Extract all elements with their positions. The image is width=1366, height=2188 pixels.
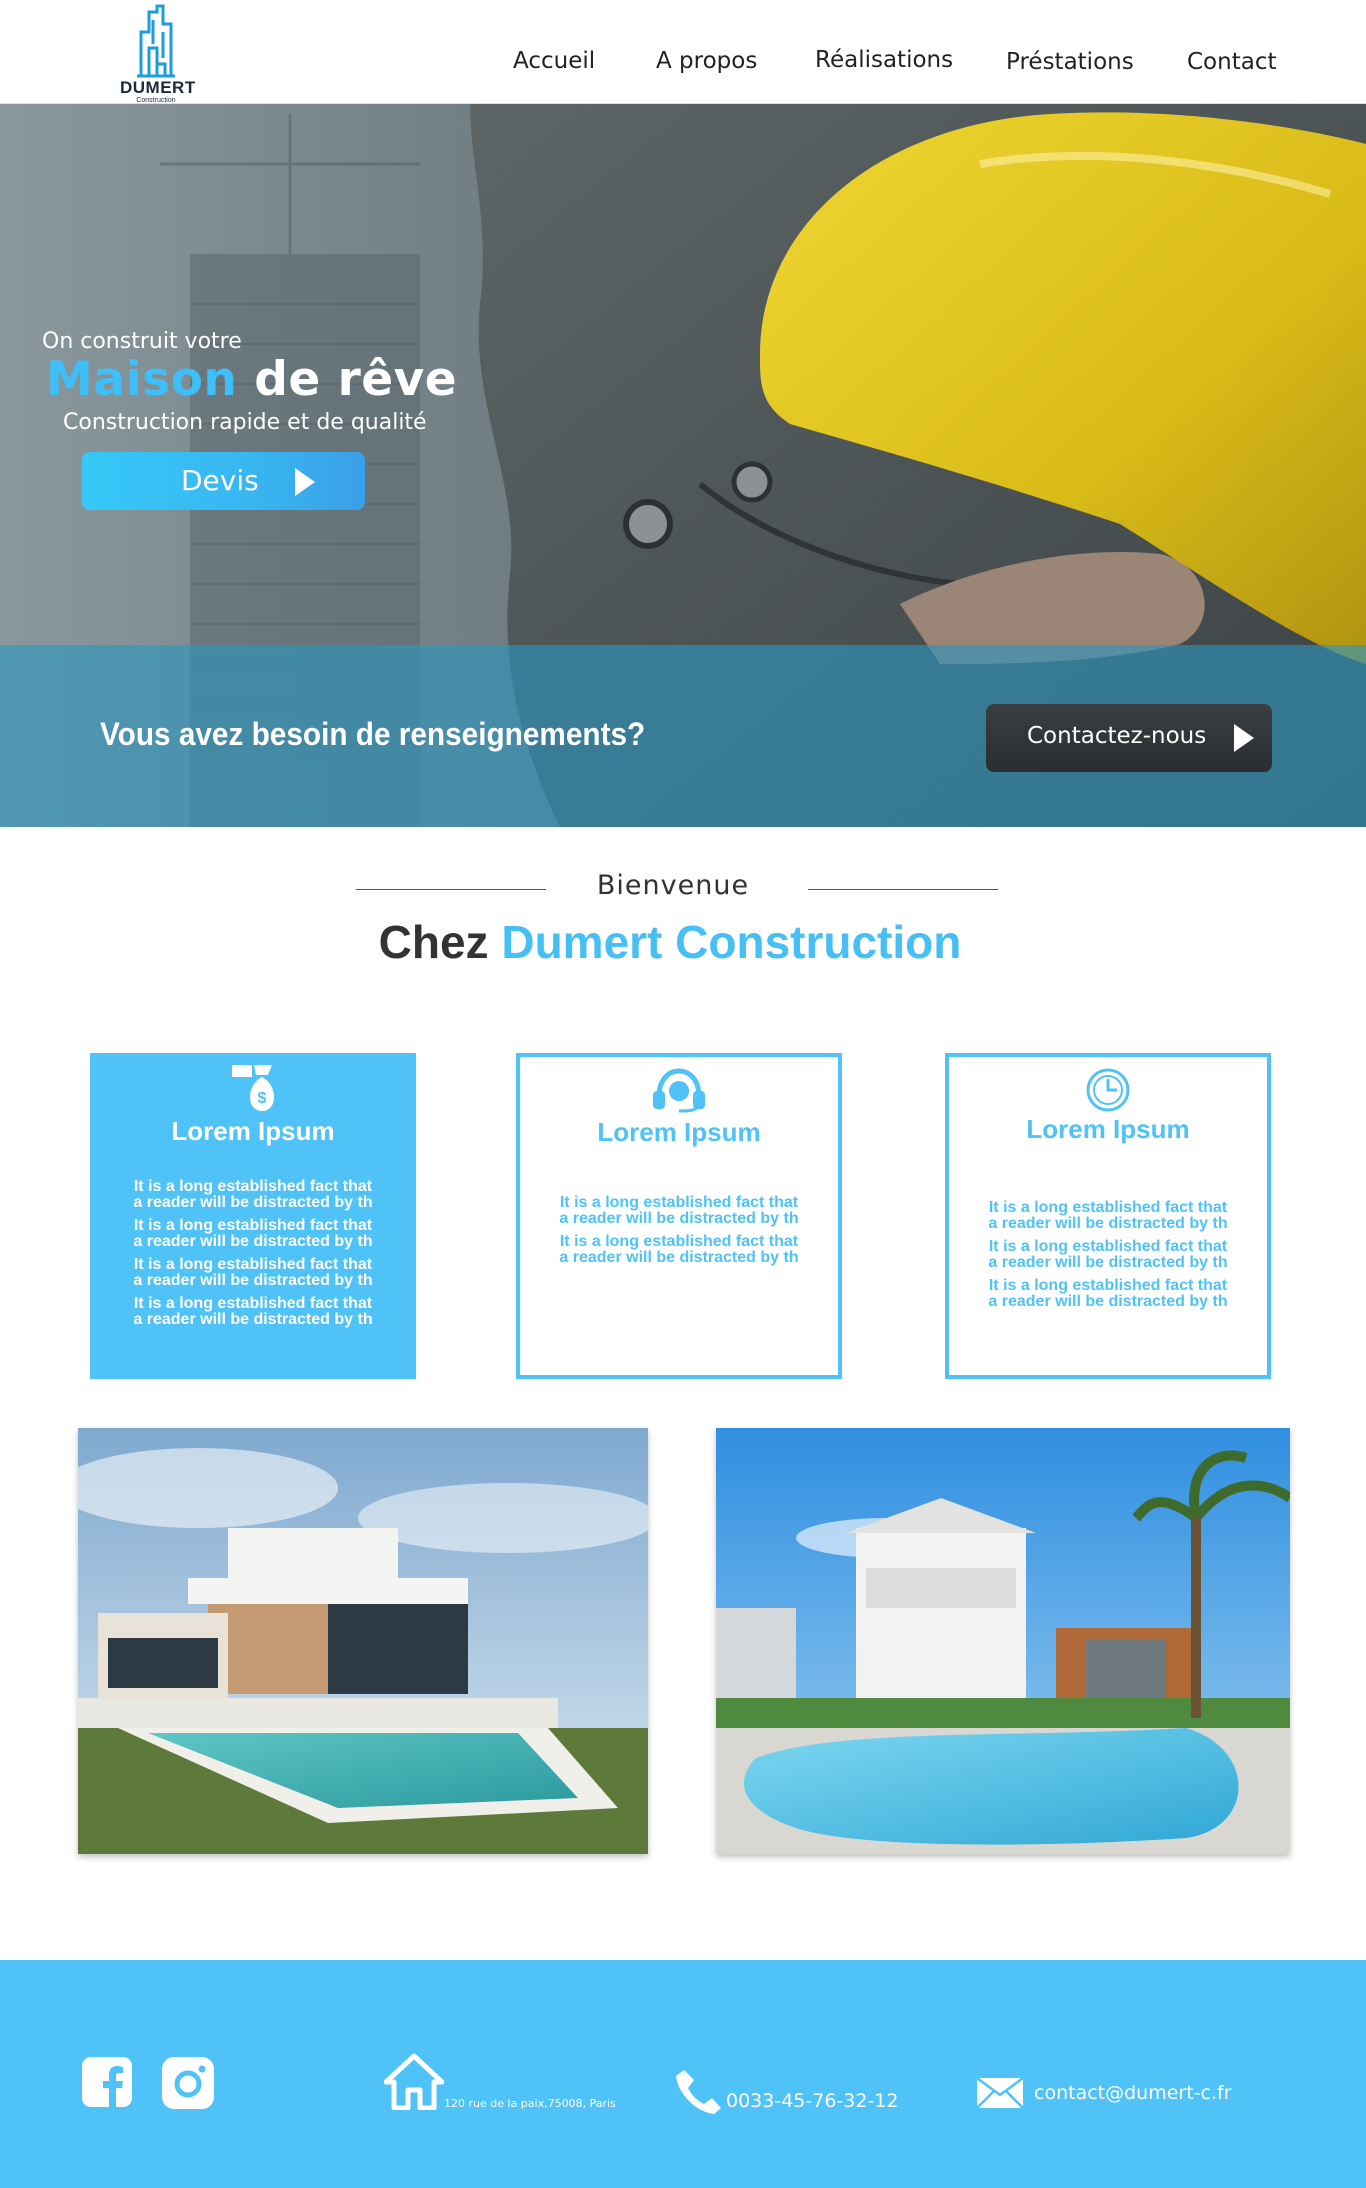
hero-title: Maison de rêve (46, 352, 457, 407)
card-line: It is a long established fact that (988, 1238, 1228, 1255)
headset-icon (520, 1067, 838, 1117)
feature-card-2-title: Lorem Ipsum (597, 1117, 761, 1147)
card-line: It is a long established fact that (559, 1194, 799, 1211)
money-bag-icon: $ (90, 1061, 416, 1117)
card-line: It is a long established fact that (988, 1199, 1228, 1216)
card-line: a reader will be distracted by th (133, 1311, 373, 1328)
card-line: a reader will be distracted by th (559, 1210, 799, 1227)
footer: 120 rue de la paix,75008, Paris 0033-45-… (0, 1960, 1366, 2188)
footer-phone[interactable]: 0033-45-76-32-12 (726, 2090, 898, 2112)
welcome-title-prefix: Chez (378, 916, 489, 968)
card-line: a reader will be distracted by th (988, 1215, 1228, 1232)
feature-card-1-body: It is a long established fact that a read… (90, 1179, 416, 1335)
feature-card-3-body: It is a long established fact that a read… (949, 1200, 1267, 1317)
welcome-subtitle: Bienvenue (596, 870, 750, 901)
welcome-title: Chez Dumert Construction (0, 915, 1340, 969)
nav-link-contact[interactable]: Contact (1187, 49, 1276, 75)
card-line: a reader will be distracted by th (133, 1194, 373, 1211)
card-line: It is a long established fact that (988, 1277, 1228, 1294)
nav-link-a-propos[interactable]: A propos (656, 48, 757, 74)
feature-card-2-body: It is a long established fact that a read… (520, 1195, 838, 1273)
contact-us-button-label: Contactez-nous (1027, 723, 1207, 749)
footer-address: 120 rue de la paix,75008, Paris (444, 2097, 616, 2110)
top-nav: DUMERT Construction Accueil A propos Réa… (0, 0, 1366, 104)
hero-title-rest: de rêve (254, 352, 458, 407)
hero-subtitle: Construction rapide et de qualité (63, 410, 427, 435)
card-line: a reader will be distracted by th (988, 1254, 1228, 1271)
card-line: It is a long established fact that (133, 1178, 373, 1195)
feature-card-2[interactable]: Lorem Ipsum It is a long established fac… (516, 1053, 842, 1379)
nav-link-realisations[interactable]: Réalisations (815, 47, 953, 73)
clock-icon (949, 1067, 1267, 1117)
facebook-icon[interactable] (82, 2057, 132, 2111)
play-arrow-icon (295, 468, 315, 496)
card-line: a reader will be distracted by th (559, 1249, 799, 1266)
card-line: It is a long established fact that (133, 1256, 373, 1273)
nav-link-prestations[interactable]: Préstations (1006, 49, 1134, 75)
nav-link-accueil[interactable]: Accueil (513, 48, 595, 74)
phone-icon (674, 2068, 722, 2118)
card-line: It is a long established fact that (133, 1295, 373, 1312)
house-photo-1 (78, 1428, 648, 1854)
hero-title-accent: Maison (46, 352, 238, 407)
instagram-icon[interactable] (162, 2057, 214, 2113)
footer-email[interactable]: contact@dumert-c.fr (1034, 2082, 1232, 2104)
hero-kicker: On construit votre (42, 329, 242, 354)
mail-icon (976, 2076, 1024, 2113)
svg-text:$: $ (258, 1090, 267, 1107)
card-line: a reader will be distracted by th (133, 1272, 373, 1289)
info-band-text: Vous avez besoin de renseignements? (100, 716, 646, 752)
welcome-title-accent: Dumert Construction (501, 916, 962, 968)
house-photo-2 (716, 1428, 1290, 1854)
contact-us-button[interactable]: Contactez-nous (986, 704, 1272, 772)
feature-card-3[interactable]: Lorem Ipsum It is a long established fac… (945, 1053, 1271, 1379)
card-line: a reader will be distracted by th (988, 1293, 1228, 1310)
feature-card-1[interactable]: $ Lorem Ipsum It is a long established f… (90, 1053, 416, 1379)
main-menu: Accueil A propos Réalisations Préstation… (0, 46, 1366, 82)
card-line: It is a long established fact that (559, 1233, 799, 1250)
hero-section: On construit votre Maison de rêve Constr… (0, 104, 1366, 827)
feature-card-1-title: Lorem Ipsum (171, 1116, 335, 1146)
card-line: a reader will be distracted by th (133, 1233, 373, 1250)
feature-card-3-title: Lorem Ipsum (1026, 1114, 1190, 1144)
info-band: Vous avez besoin de renseignements? Cont… (0, 645, 1366, 827)
devis-button-label: Devis (181, 464, 259, 497)
play-arrow-icon (1234, 724, 1254, 752)
card-line: It is a long established fact that (133, 1217, 373, 1234)
home-icon (383, 2052, 445, 2114)
devis-button[interactable]: Devis (82, 452, 365, 510)
